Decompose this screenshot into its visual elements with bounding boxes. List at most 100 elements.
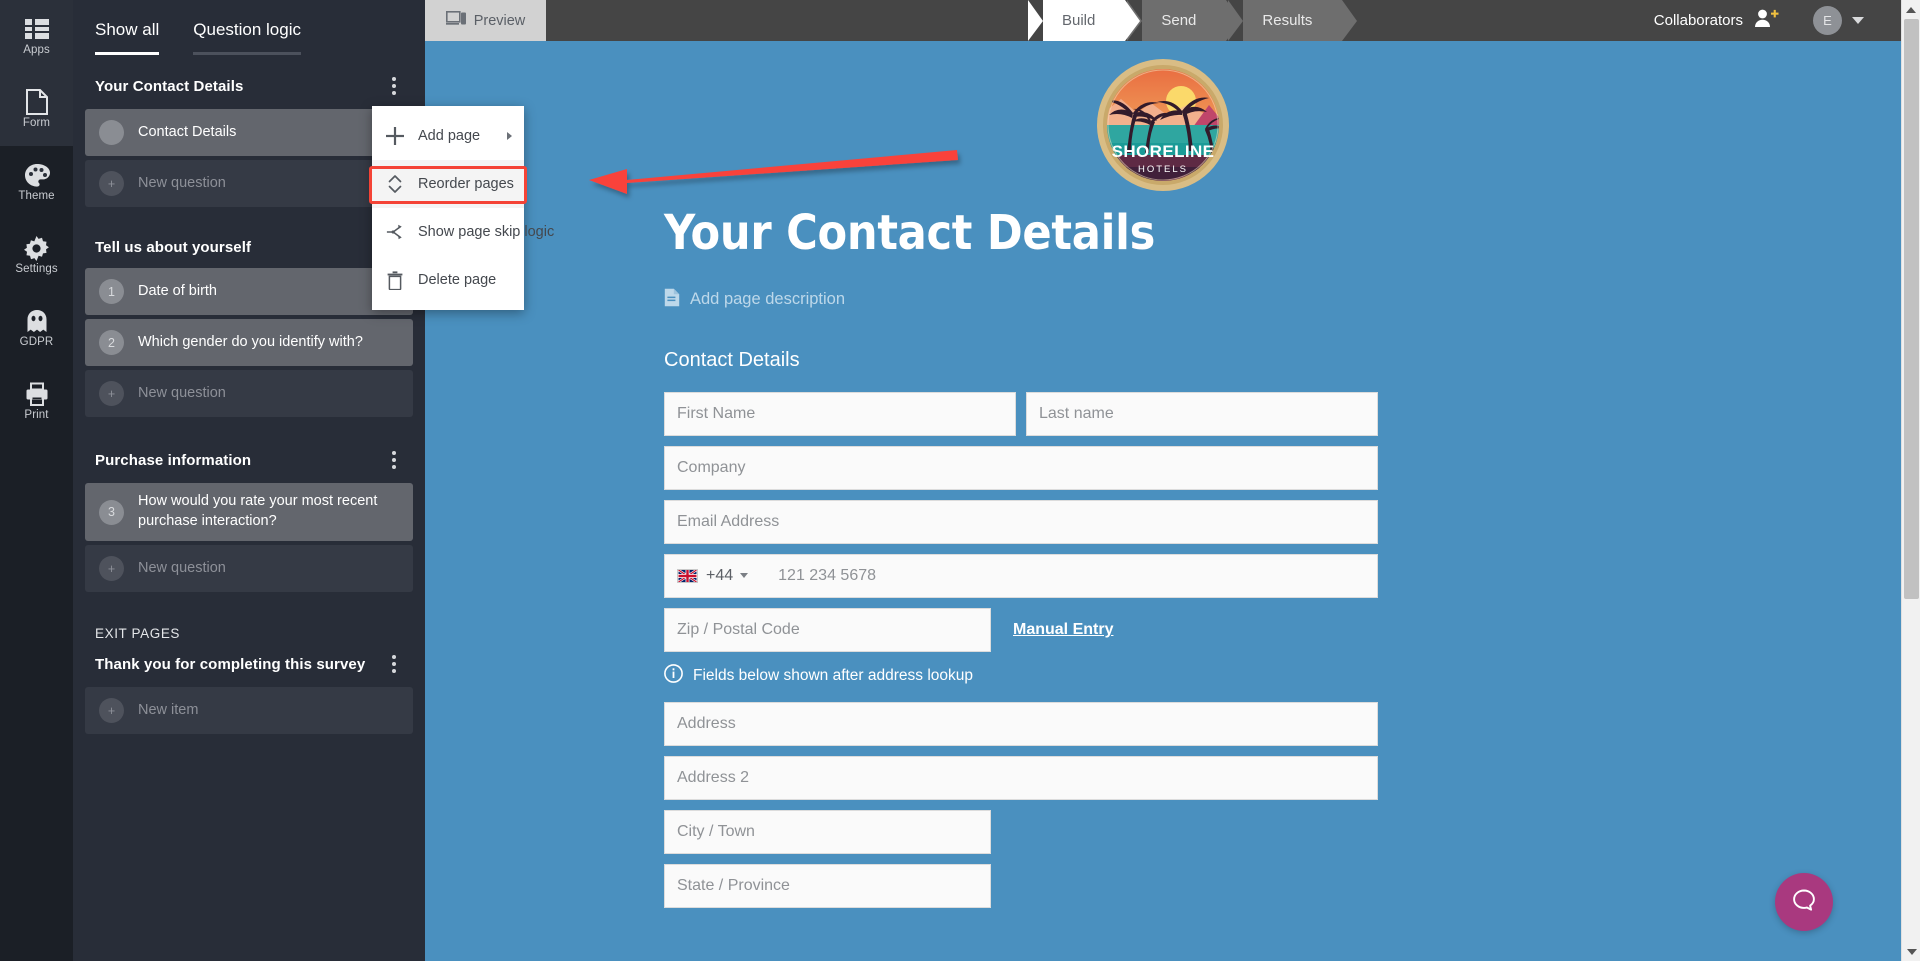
tree-row-purchase-rating[interactable]: 3 How would you rate your most recent pu…	[85, 483, 413, 541]
preview-button[interactable]: Preview	[425, 0, 546, 41]
row-bullet-add: +	[99, 171, 124, 196]
phone-field[interactable]: +44 121 234 5678	[664, 553, 1378, 598]
devices-icon	[445, 11, 466, 30]
scroll-up-button[interactable]	[1902, 0, 1920, 19]
ghost-icon	[24, 308, 50, 334]
row-label: New question	[138, 174, 226, 191]
rail-item-form[interactable]: Form	[0, 73, 73, 146]
updown-arrows-icon	[386, 175, 404, 193]
page-title: Your Contact Details	[664, 205, 1155, 261]
stage-navigation: Build Send Results	[1028, 0, 1358, 41]
tab-question-logic[interactable]: Question logic	[193, 20, 301, 55]
rail-item-gdpr[interactable]: GDPR	[0, 292, 73, 365]
address-field[interactable]: Address	[664, 701, 1378, 746]
rail-item-settings[interactable]: Settings	[0, 219, 73, 292]
menu-item-reorder-pages[interactable]: Reorder pages	[372, 160, 524, 208]
last-name-field[interactable]: Last name	[1026, 391, 1378, 436]
group-title: Purchase information	[95, 451, 252, 469]
rail-item-print[interactable]: Print	[0, 365, 73, 438]
row-bullet-add: +	[99, 381, 124, 406]
shoreline-hotels-logo: SHORELINE HOTELS	[1097, 59, 1229, 191]
menu-item-show-page-skip-logic[interactable]: Show page skip logic	[372, 208, 554, 256]
form-area: Your Contact Details Add page descriptio…	[425, 207, 1901, 908]
row-label: Which gender do you identify with?	[138, 333, 363, 350]
name-field-row: First Name Last name	[664, 391, 1901, 436]
address-field-row: Address	[664, 701, 1901, 746]
group-title: Thank you for completing this survey	[95, 655, 366, 673]
tab-show-all[interactable]: Show all	[95, 20, 160, 55]
help-chat-button[interactable]	[1775, 873, 1833, 931]
printer-icon	[24, 381, 50, 407]
gb-flag-icon	[677, 568, 698, 583]
gear-icon	[24, 235, 50, 261]
company-field[interactable]: Company	[664, 445, 1378, 490]
scrollbar-thumb[interactable]	[1904, 19, 1919, 599]
chevron-right-icon	[507, 132, 512, 140]
state-field[interactable]: State / Province	[664, 863, 991, 908]
tree-tabs: Show all Question logic	[73, 20, 425, 55]
chevron-down-icon[interactable]	[740, 573, 749, 579]
vertical-scrollbar[interactable]	[1901, 0, 1920, 961]
logo-wrapper: SHORELINE HOTELS	[425, 41, 1901, 195]
row-label: How would you rate your most recent purc…	[138, 493, 378, 529]
info-icon	[664, 663, 683, 688]
dial-code: +44	[706, 566, 734, 584]
tree-row-new-item[interactable]: + New item	[85, 687, 413, 734]
address2-field-row: Address 2	[664, 755, 1901, 800]
menu-label: Add page	[418, 128, 481, 144]
preview-label: Preview	[473, 12, 526, 29]
group-kebab-menu-button[interactable]	[385, 449, 403, 471]
tree-row-new-question-1[interactable]: + New question	[85, 160, 413, 207]
row-bullet	[99, 120, 124, 145]
collaborators-label: Collaborators	[1653, 12, 1743, 29]
group-header-exit-pages: EXIT PAGES	[85, 596, 413, 643]
chat-bubble-icon	[1790, 886, 1818, 919]
group-header-purchase-information: Purchase information	[85, 421, 413, 483]
first-name-field[interactable]: First Name	[664, 391, 1016, 436]
city-field[interactable]: City / Town	[664, 809, 991, 854]
menu-item-delete-page[interactable]: Delete page	[372, 256, 524, 304]
stage-send[interactable]: Send	[1127, 0, 1242, 41]
stage-results[interactable]: Results	[1228, 0, 1358, 41]
row-bullet: 2	[99, 330, 124, 355]
add-page-description-button[interactable]: Add page description	[664, 288, 1901, 312]
address2-field[interactable]: Address 2	[664, 755, 1378, 800]
group-kebab-menu-button[interactable]	[385, 653, 403, 675]
stage-build[interactable]: Build	[1028, 0, 1141, 41]
menu-item-add-page[interactable]: Add page	[372, 112, 524, 160]
tree-row-new-question-2[interactable]: + New question	[85, 370, 413, 417]
rail-item-apps[interactable]: Apps	[0, 0, 73, 73]
rail-item-theme[interactable]: Theme	[0, 146, 73, 219]
manual-entry-link[interactable]: Manual Entry	[1013, 621, 1113, 639]
avatar: E	[1813, 6, 1842, 35]
chevron-down-icon	[1906, 948, 1917, 955]
address-lookup-note-label: Fields below shown after address lookup	[693, 666, 974, 684]
tree-row-date-of-birth[interactable]: 1 Date of birth	[85, 268, 413, 315]
city-field-row: City / Town	[664, 809, 1901, 854]
tree-row-contact-details[interactable]: Contact Details	[85, 109, 413, 156]
form-preview-canvas: SHORELINE HOTELS Your Contact Details Ad…	[425, 41, 1901, 961]
add-page-description-label: Add page description	[690, 290, 846, 309]
group-title: EXIT PAGES	[95, 626, 181, 641]
account-menu[interactable]: E	[1813, 6, 1864, 35]
left-icon-rail: Apps Form Theme Settings GDPR Print	[0, 0, 73, 961]
scroll-down-button[interactable]	[1902, 942, 1920, 961]
tree-row-new-question-3[interactable]: + New question	[85, 545, 413, 592]
email-field[interactable]: Email Address	[664, 499, 1378, 544]
row-bullet-add: +	[99, 698, 124, 723]
trash-icon	[386, 270, 404, 290]
rail-label-print: Print	[24, 409, 49, 422]
row-label: New item	[138, 701, 199, 718]
rail-label-theme: Theme	[18, 190, 55, 203]
tree-row-gender[interactable]: 2 Which gender do you identify with?	[85, 319, 413, 366]
menu-label: Show page skip logic	[418, 224, 555, 240]
row-bullet: 3	[99, 499, 124, 525]
zip-field[interactable]: Zip / Postal Code	[664, 607, 991, 652]
address-lookup-note: Fields below shown after address lookup	[664, 663, 1901, 688]
page-context-menu: Add page Reorder pages Show page skip lo…	[372, 106, 554, 310]
group-kebab-menu-button[interactable]	[385, 75, 403, 97]
phone-field-row: +44 121 234 5678	[664, 553, 1901, 598]
apps-grid-icon	[24, 16, 50, 42]
plus-icon	[386, 127, 404, 145]
collaborators-button[interactable]: Collaborators E	[1654, 0, 1864, 41]
